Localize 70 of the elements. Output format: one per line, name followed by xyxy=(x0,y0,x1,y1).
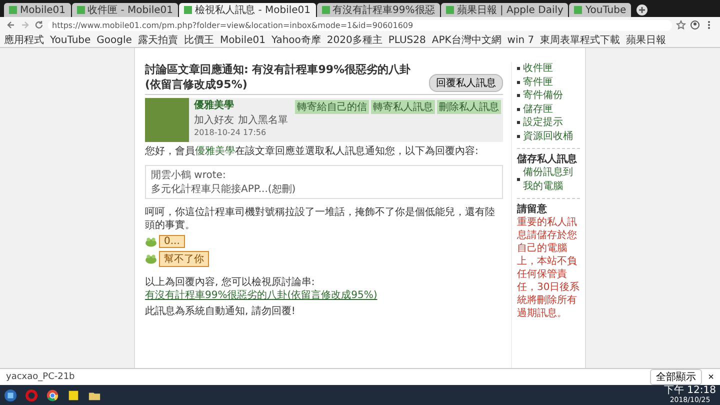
clock-time: 下午 12:18 xyxy=(664,386,716,396)
sticker-sign: 幫不了你 xyxy=(159,251,209,267)
folder-link[interactable]: 寄件匣 xyxy=(523,76,553,89)
browser-tab[interactable]: 收件匣 - Mobile01 xyxy=(72,3,178,17)
site-icon xyxy=(184,6,192,14)
bookmark-item[interactable]: YouTube xyxy=(50,34,91,46)
avatar-photo-placeholder xyxy=(145,98,189,142)
folder-link[interactable]: 儲存匣 xyxy=(523,102,553,116)
close-button[interactable]: × xyxy=(708,372,714,382)
site-icon xyxy=(76,6,85,14)
folder-link[interactable]: 收件匣 xyxy=(523,62,553,76)
action-button[interactable]: 刪除私人訊息 xyxy=(437,100,501,114)
start-icon[interactable] xyxy=(4,388,17,402)
site-icon xyxy=(574,6,582,14)
bookmark-item[interactable]: win 7 xyxy=(507,34,534,46)
sender-name[interactable]: 優雅美學 xyxy=(194,98,288,112)
account-icon[interactable] xyxy=(690,20,700,30)
footer-text: 以上為回覆內容, 您可以檢視原討論串: 有沒有計程車99%很惡劣的八卦(依留言修改成95%) xyxy=(145,276,378,302)
bookmark-item[interactable]: PLUS28 xyxy=(388,34,426,46)
thread-link[interactable]: 有沒有計程車99%很惡劣的八卦(依留言修改成95%) xyxy=(145,290,378,301)
bookmark-item[interactable]: APK台灣中文網 xyxy=(432,33,502,47)
quote-text: 多元化計程車只能接APP...(恕刪) xyxy=(151,182,297,196)
bookmark-item[interactable]: 蘋果日報 xyxy=(626,33,666,47)
reply-text: 呵呵，你這位計程車司機對號稱拉設了一堆話，掩飾不了你是個低能兒，還有陸頭的事實。 xyxy=(145,206,496,232)
site-icon xyxy=(446,6,454,14)
reload-icon[interactable] xyxy=(34,20,44,30)
bookmark-item[interactable]: 2020多種主 xyxy=(326,33,382,47)
message-title: 討論區文章回應通知: 有沒有計程車99%很惡劣的八卦(依留言修改成95%) xyxy=(145,62,412,92)
browser-tab[interactable]: 有沒有計程車99%很惡 xyxy=(316,3,440,17)
browser-tab[interactable]: 檢視私人訊息 - Mobile01 xyxy=(179,3,316,17)
download-item[interactable]: yacxao_PC-21b xyxy=(6,372,75,382)
sender-link[interactable]: 加入黑名單 xyxy=(238,113,288,127)
notice-text: 此訊息為系統自動通知, 請勿回覆! xyxy=(145,305,296,318)
bookmark-item[interactable]: Google xyxy=(96,34,132,46)
section-heading: 請留意 xyxy=(517,198,580,216)
browser-tab[interactable]: 蘋果日報 | Apple Daily xyxy=(440,3,568,17)
sticker-sign: 0... xyxy=(159,235,185,248)
frog-sticker-icon xyxy=(145,254,157,264)
member-link[interactable]: 優雅美學 xyxy=(195,146,235,157)
site-icon xyxy=(322,6,330,14)
warning-text: 重要的私人訊息請儲存於您自己的電腦上，本站不負任何保管責任，30日後系統將刪除所有過期訊息。 xyxy=(517,216,580,320)
star-icon[interactable] xyxy=(676,20,686,30)
address-field[interactable]: https://www.mobile01.com/pm.php?folder=view&location=inbox&mode=1&id=90601609 xyxy=(48,20,672,30)
bookmark-item[interactable]: Yahoo奇摩 xyxy=(271,33,321,47)
chrome-icon[interactable] xyxy=(46,388,59,402)
bookmark-item[interactable]: 露天拍賣 xyxy=(138,33,178,47)
browser-tab[interactable]: YouTube xyxy=(569,3,632,17)
folder-link[interactable]: 設定提示 xyxy=(523,116,563,130)
browser-ring-icon[interactable] xyxy=(25,388,38,402)
back-icon[interactable] xyxy=(6,20,16,30)
sender-link[interactable]: 加入好友 xyxy=(194,113,234,127)
bookmark-item[interactable]: 比價王 xyxy=(184,33,214,47)
quote-author: 閒雲小鶴 wrote: xyxy=(151,168,227,182)
message-date: 2018-10-24 17:56 xyxy=(194,128,268,137)
show-all-button[interactable]: 全部顯示 xyxy=(650,369,702,385)
action-button[interactable]: 轉寄私人訊息 xyxy=(371,100,435,114)
intro-text: 您好，會員優雅美學在該文章回應並選取私人訊息通知您，以下為回覆內容: xyxy=(145,145,480,158)
action-button[interactable]: 轉寄給自己的信 xyxy=(295,100,369,114)
folder-link[interactable]: 資源回收桶 xyxy=(523,130,573,143)
site-icon xyxy=(9,6,17,14)
reply-button[interactable]: 回覆私人訊息 xyxy=(429,74,503,92)
section-heading: 儲存私人訊息 xyxy=(517,148,580,166)
bookmark-item[interactable]: Mobile01 xyxy=(220,34,266,46)
bookmark-item[interactable]: 東周表單程式下載 xyxy=(540,33,620,47)
browser-tab[interactable]: Mobile01 xyxy=(4,3,71,17)
new-tab-icon[interactable] xyxy=(636,4,648,16)
backup-link[interactable]: 備份訊息到我的電腦 xyxy=(523,166,580,193)
frog-sticker-icon xyxy=(145,236,157,246)
folder-link[interactable]: 寄件備份 xyxy=(523,89,563,102)
bookmark-item[interactable]: 應用程式 xyxy=(4,33,44,47)
